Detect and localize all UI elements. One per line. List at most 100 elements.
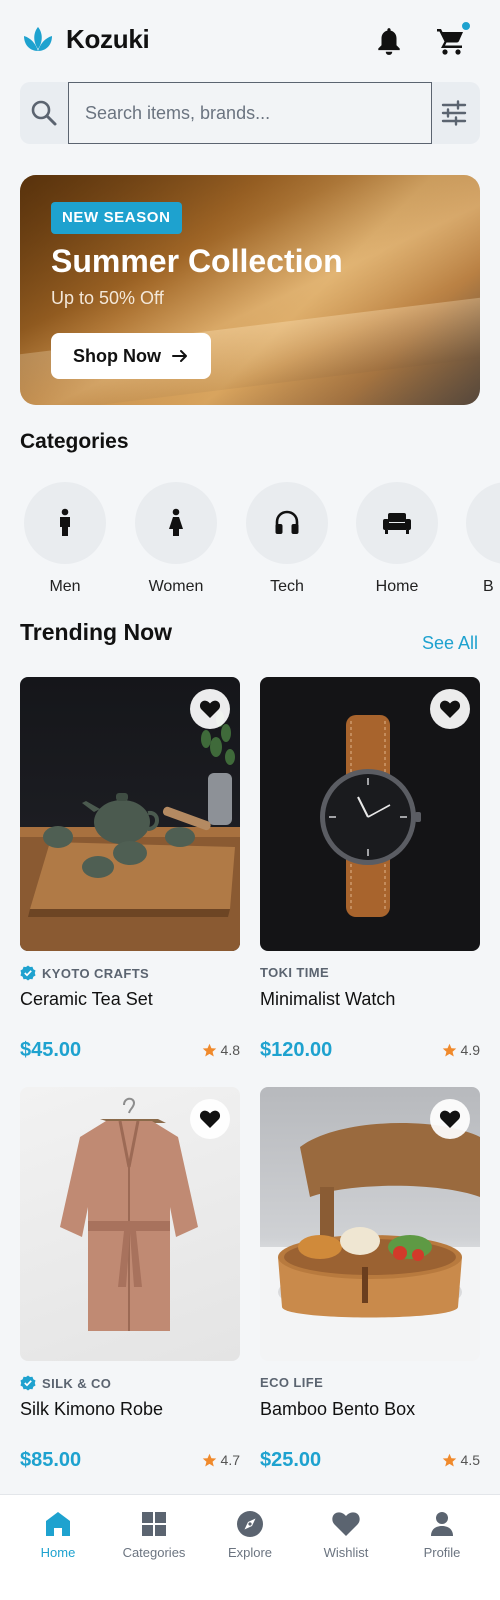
nav-label: Wishlist (323, 1545, 369, 1560)
rating-value: 4.5 (460, 1452, 480, 1468)
person-icon (431, 1512, 453, 1536)
search-icon[interactable] (30, 99, 58, 127)
product-image-kimono (20, 1087, 240, 1361)
product-card[interactable]: SILK & CO Silk Kimono Robe $85.00 4.7 (20, 1087, 240, 1487)
nav-item-categories[interactable]: Categories (106, 1509, 202, 1560)
arrow-right-icon (172, 350, 187, 362)
brand-row: KYOTO CRAFTS (20, 965, 149, 981)
heart-icon (332, 1512, 360, 1536)
search-bar (20, 82, 480, 144)
brand-name: ECO LIFE (260, 1375, 324, 1390)
category-tech[interactable]: Tech (245, 482, 329, 595)
wishlist-heart-button[interactable] (190, 689, 230, 729)
product-image-bento (260, 1087, 480, 1361)
nav-item-home[interactable]: Home (10, 1509, 106, 1560)
product-price: $85.00 (20, 1449, 82, 1471)
nav-label: Home (40, 1545, 76, 1560)
rating-value: 4.7 (220, 1452, 240, 1468)
product-rating: 4.8 (202, 1042, 240, 1058)
shop-now-label: Shop Now (73, 345, 161, 366)
home-icon (46, 1512, 70, 1536)
brand-name: SILK & CO (42, 1375, 112, 1391)
man-icon (60, 508, 70, 536)
wishlist-heart-button[interactable] (430, 1099, 470, 1139)
sofa-icon (383, 513, 411, 534)
product-name: Ceramic Tea Set (20, 989, 153, 1009)
product-rating: 4.9 (442, 1042, 480, 1058)
wishlist-heart-button[interactable] (430, 689, 470, 729)
nav-label: Categories (122, 1545, 186, 1560)
product-image-watch (260, 677, 480, 951)
category-label: Women (148, 578, 204, 595)
categories-heading: Categories (20, 430, 129, 453)
category-partial[interactable]: B (466, 482, 500, 592)
category-label: B (483, 578, 494, 592)
brand-row: SILK & CO (20, 1375, 111, 1391)
promo-banner[interactable]: NEW SEASON Summer Collection Up to 50% O… (20, 175, 480, 405)
new-season-badge: NEW SEASON (51, 202, 182, 234)
product-name: Minimalist Watch (260, 989, 396, 1009)
product-card[interactable]: KYOTO CRAFTS Ceramic Tea Set $45.00 4.8 (20, 677, 240, 1077)
brand-name: KYOTO CRAFTS (42, 965, 150, 981)
rating-value: 4.8 (220, 1042, 240, 1058)
compass-icon (237, 1511, 263, 1537)
wishlist-heart-button[interactable] (190, 1099, 230, 1139)
product-name: Silk Kimono Robe (20, 1399, 164, 1419)
banner-subtitle: Up to 50% Off (51, 288, 164, 308)
category-home[interactable]: Home (355, 482, 439, 595)
nav-item-explore[interactable]: Explore (202, 1509, 298, 1560)
category-men[interactable]: Men (23, 482, 107, 595)
product-price: $120.00 (260, 1039, 333, 1061)
nav-label: Profile (423, 1545, 461, 1560)
category-icon-circle (246, 482, 328, 564)
product-name: Bamboo Bento Box (260, 1399, 416, 1419)
nav-item-wishlist[interactable]: Wishlist (298, 1509, 394, 1560)
cart-notification-dot (460, 20, 472, 32)
heart-icon (439, 700, 461, 718)
lotus-logo-icon (24, 27, 52, 51)
category-label: Tech (270, 578, 304, 595)
product-rating: 4.7 (202, 1452, 240, 1468)
category-label: Home (375, 578, 419, 595)
app-header: Kozuki (0, 0, 500, 80)
brand-row: ECO LIFE (260, 1375, 323, 1390)
category-icon-circle (135, 482, 217, 564)
product-card[interactable]: ECO LIFE Bamboo Bento Box $25.00 4.5 (260, 1087, 480, 1487)
heart-icon (199, 700, 221, 718)
star-icon (202, 1043, 216, 1056)
brand-row: TOKI TIME (260, 965, 329, 980)
product-image-tea-set (20, 677, 240, 951)
heart-icon (199, 1110, 221, 1128)
star-icon (442, 1453, 456, 1466)
rating-value: 4.9 (460, 1042, 480, 1058)
star-icon (202, 1453, 216, 1466)
woman-icon (169, 508, 183, 536)
category-label: Men (49, 578, 81, 595)
category-icon-circle (356, 482, 438, 564)
nav-label: Explore (227, 1545, 273, 1560)
headphones-icon (275, 510, 299, 534)
verified-badge-icon (20, 965, 36, 981)
trending-heading: Trending Now (20, 619, 173, 645)
filter-sliders-icon[interactable] (440, 99, 468, 127)
grid-icon (142, 1512, 166, 1536)
category-women[interactable]: Women (134, 482, 218, 595)
banner-title: Summer Collection (51, 243, 343, 279)
brand-name: TOKI TIME (260, 965, 330, 980)
heart-icon (439, 1110, 461, 1128)
notification-bell-icon[interactable] (376, 26, 402, 56)
bottom-navigation: Home Categories Explore Wishlist Profile (0, 1494, 500, 1600)
app-title: Kozuki (66, 24, 150, 54)
product-rating: 4.5 (442, 1452, 480, 1468)
shop-now-button[interactable]: Shop Now (51, 333, 211, 379)
product-price: $25.00 (260, 1449, 322, 1471)
product-card[interactable]: TOKI TIME Minimalist Watch $120.00 4.9 (260, 677, 480, 1077)
product-price: $45.00 (20, 1039, 82, 1061)
nav-item-profile[interactable]: Profile (394, 1509, 490, 1560)
category-icon-circle (24, 482, 106, 564)
see-all-link[interactable]: See All (422, 633, 478, 654)
verified-badge-icon (20, 1375, 36, 1391)
star-icon (442, 1043, 456, 1056)
category-icon-circle (466, 482, 500, 564)
search-input[interactable] (68, 82, 432, 144)
